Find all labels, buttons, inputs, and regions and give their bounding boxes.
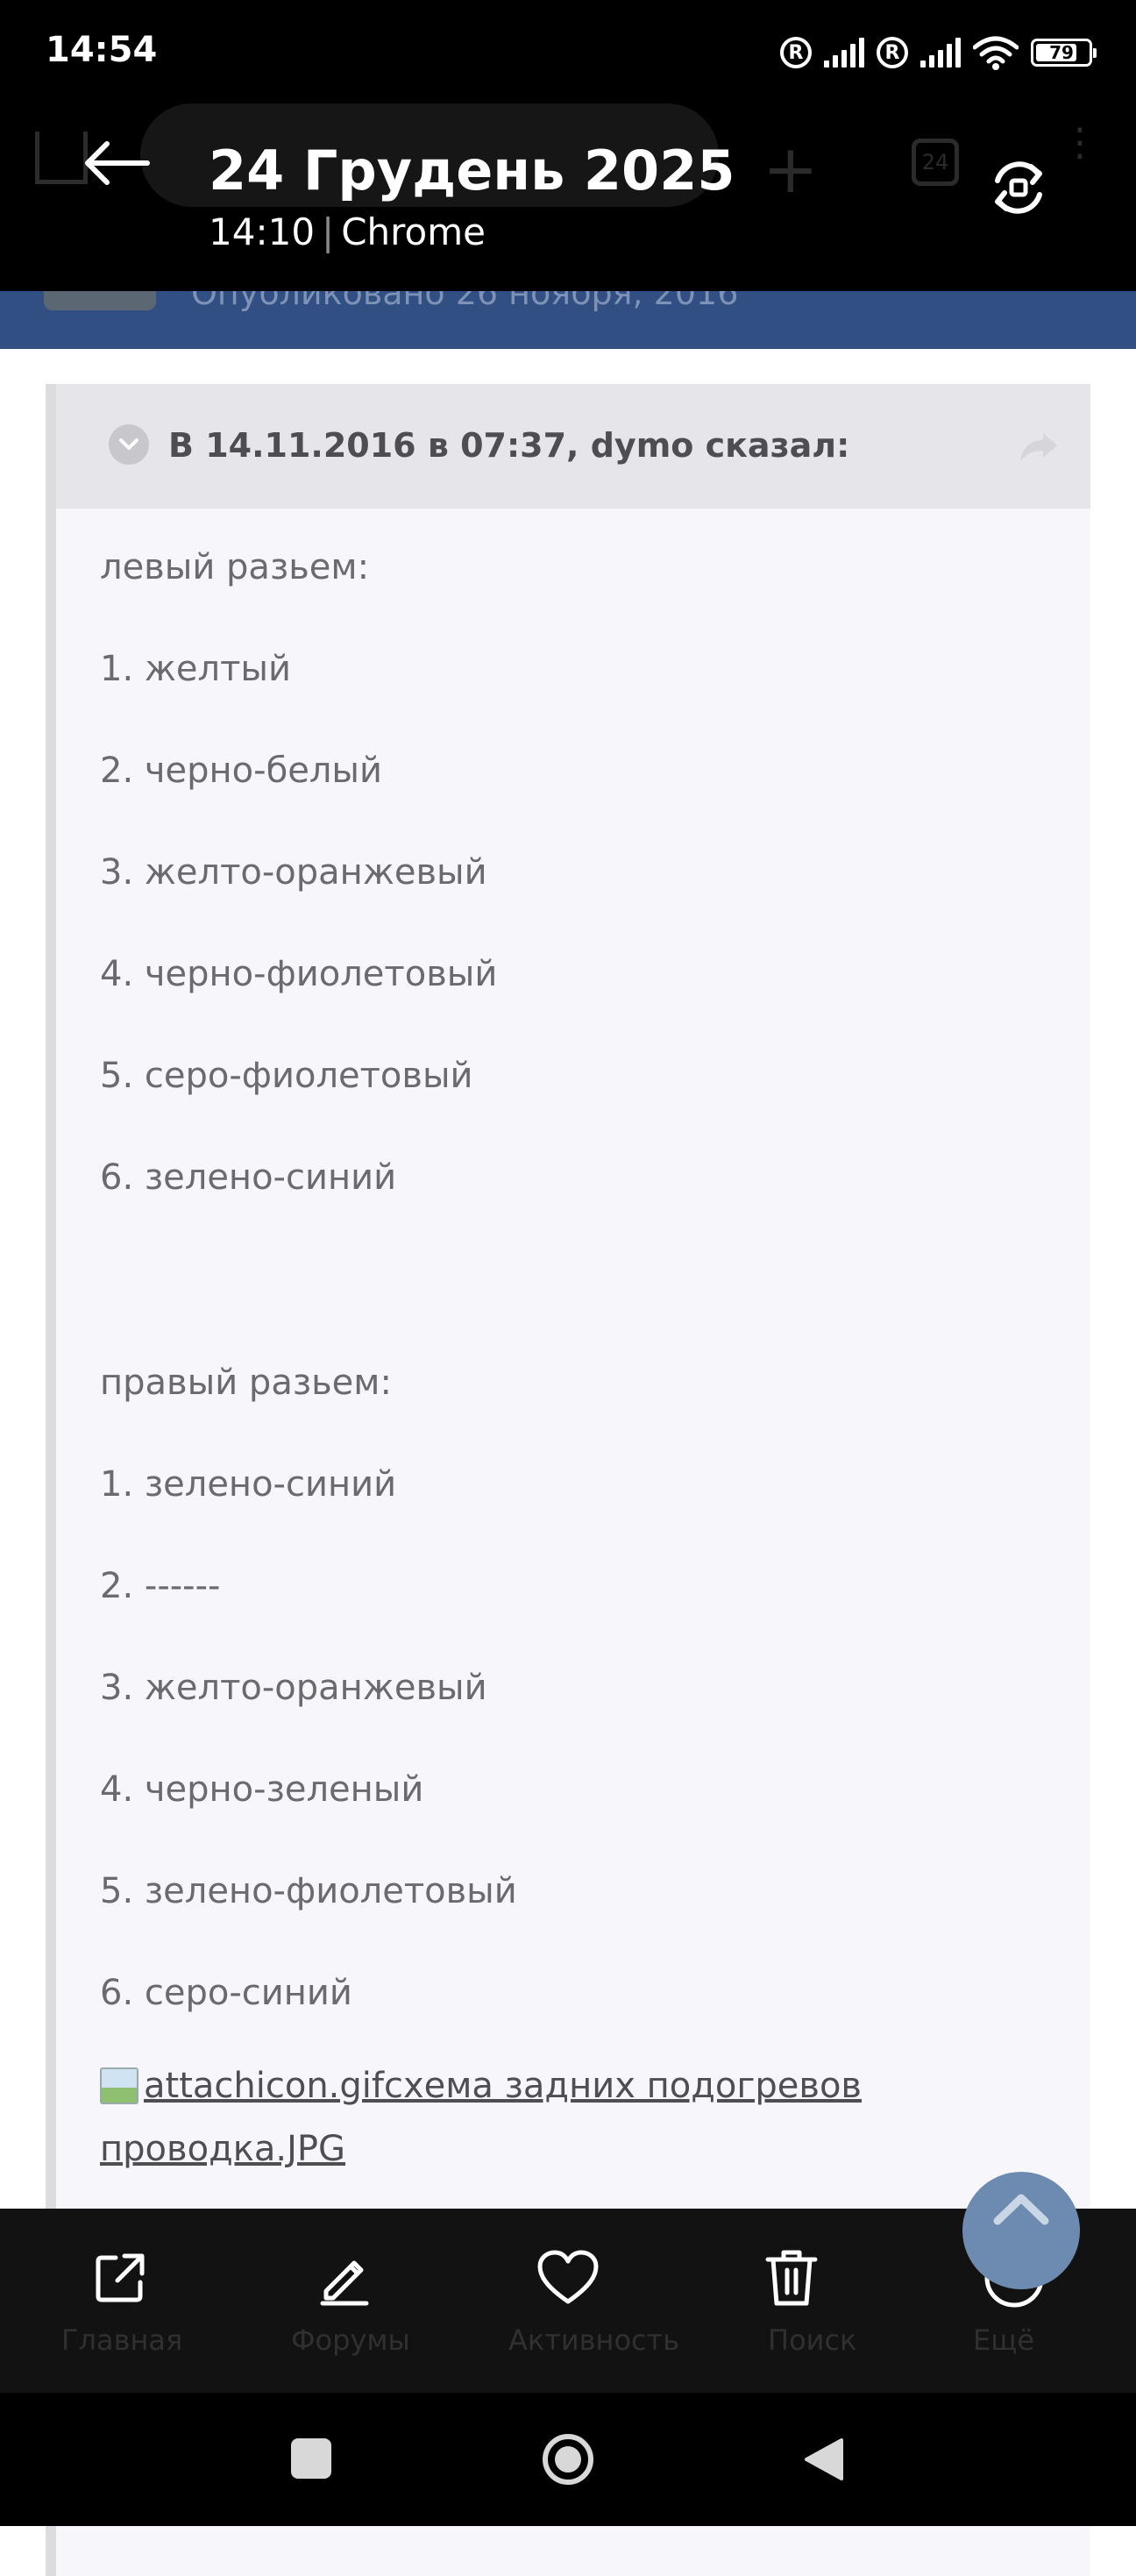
- registered-icon: R: [877, 37, 908, 68]
- photo-date: 24 Грудень 2025: [209, 139, 735, 203]
- ghost-new-tab-icon: +: [763, 130, 819, 208]
- ghost-nav-label: Ещё: [973, 2323, 1035, 2357]
- ghost-nav-label: Форумы: [291, 2323, 410, 2357]
- quote-line: 4. черно-зеленый: [100, 1769, 424, 1810]
- published-date: Опубликовано 26 ноября, 2016: [191, 291, 739, 312]
- go-to-quote-icon[interactable]: [1017, 430, 1061, 465]
- chevron-up-icon: [993, 2194, 1049, 2225]
- attachment-link[interactable]: attachicon.gif схема задних подогревов: [100, 2066, 862, 2106]
- back-arrow-icon[interactable]: [81, 139, 151, 188]
- recents-button[interactable]: [291, 2438, 331, 2479]
- share-icon[interactable]: [81, 2238, 160, 2317]
- status-icons: R R 79: [780, 30, 1097, 75]
- favorite-icon[interactable]: [529, 2238, 607, 2317]
- ghost-tab-count: 24: [912, 139, 959, 186]
- separator: |: [322, 210, 335, 253]
- quote-line: 4. черно-фиолетовый: [100, 954, 498, 994]
- quote-line: 1. желтый: [100, 649, 291, 689]
- ghost-nav-label: Главная: [61, 2323, 183, 2357]
- quote-line: 2. ------: [100, 1566, 221, 1606]
- attachment-name: схема задних подогревов: [383, 2066, 863, 2106]
- quote-line: 1. зелено-синий: [100, 1464, 397, 1505]
- signal-icon: [824, 38, 864, 68]
- ghost-nav-label: Поиск: [768, 2323, 857, 2357]
- ghost-menu-icon: ⋮: [1061, 120, 1099, 165]
- scroll-to-top-button[interactable]: [962, 2172, 1080, 2289]
- back-button[interactable]: [801, 2437, 845, 2482]
- quote-line: 5. зелено-фиолетовый: [100, 1871, 517, 1911]
- quote-line: 6. серо-синий: [100, 1973, 352, 2013]
- quote-title: В 14.11.2016 в 07:37, dymo сказал:: [168, 426, 850, 465]
- chevron-down-icon[interactable]: [109, 424, 149, 465]
- edit-icon[interactable]: [305, 2238, 384, 2317]
- attachment-alt: attachicon.gif: [144, 2066, 384, 2106]
- quote-line: 2. черно-белый: [100, 751, 382, 791]
- ghost-nav-label: Активность: [508, 2323, 680, 2357]
- quote-line: 3. желто-оранжевый: [100, 1668, 487, 1708]
- rotate-screen-icon[interactable]: [985, 154, 1052, 221]
- quote-header[interactable]: В 14.11.2016 в 07:37, dymo сказал:: [56, 384, 1090, 509]
- signal-icon: [920, 38, 961, 68]
- attachment-link[interactable]: проводка.JPG: [100, 2129, 345, 2169]
- battery-icon: 79: [1031, 39, 1097, 67]
- quote-line: правый разьем:: [100, 1363, 392, 1403]
- quote-line: 6. зелено-синий: [100, 1157, 397, 1198]
- quote-line: 3. желто-оранжевый: [100, 852, 487, 893]
- quote-line: левый разьем:: [100, 547, 370, 587]
- photo-subtitle: 14:10 | Chrome: [209, 210, 486, 253]
- photo-source-app: Chrome: [341, 210, 486, 253]
- android-nav-bar: [0, 2393, 1136, 2526]
- photo-time: 14:10: [209, 210, 316, 253]
- ghost-home-icon: [35, 132, 88, 184]
- ghost-forum-nav: Главная Форумы Активность Поиск Ещё: [0, 2323, 1136, 2359]
- wifi-icon: [973, 36, 1019, 70]
- forum-post-meta-band: Опубликовано 26 ноября, 2016: [0, 291, 1136, 349]
- avatar: [44, 291, 156, 310]
- delete-icon[interactable]: [752, 2238, 831, 2317]
- home-button[interactable]: [541, 2432, 595, 2487]
- registered-icon: R: [780, 37, 812, 68]
- status-time: 14:54: [46, 30, 158, 70]
- quote-line: 5. серо-фиолетовый: [100, 1056, 473, 1096]
- broken-image-icon: [100, 2067, 138, 2104]
